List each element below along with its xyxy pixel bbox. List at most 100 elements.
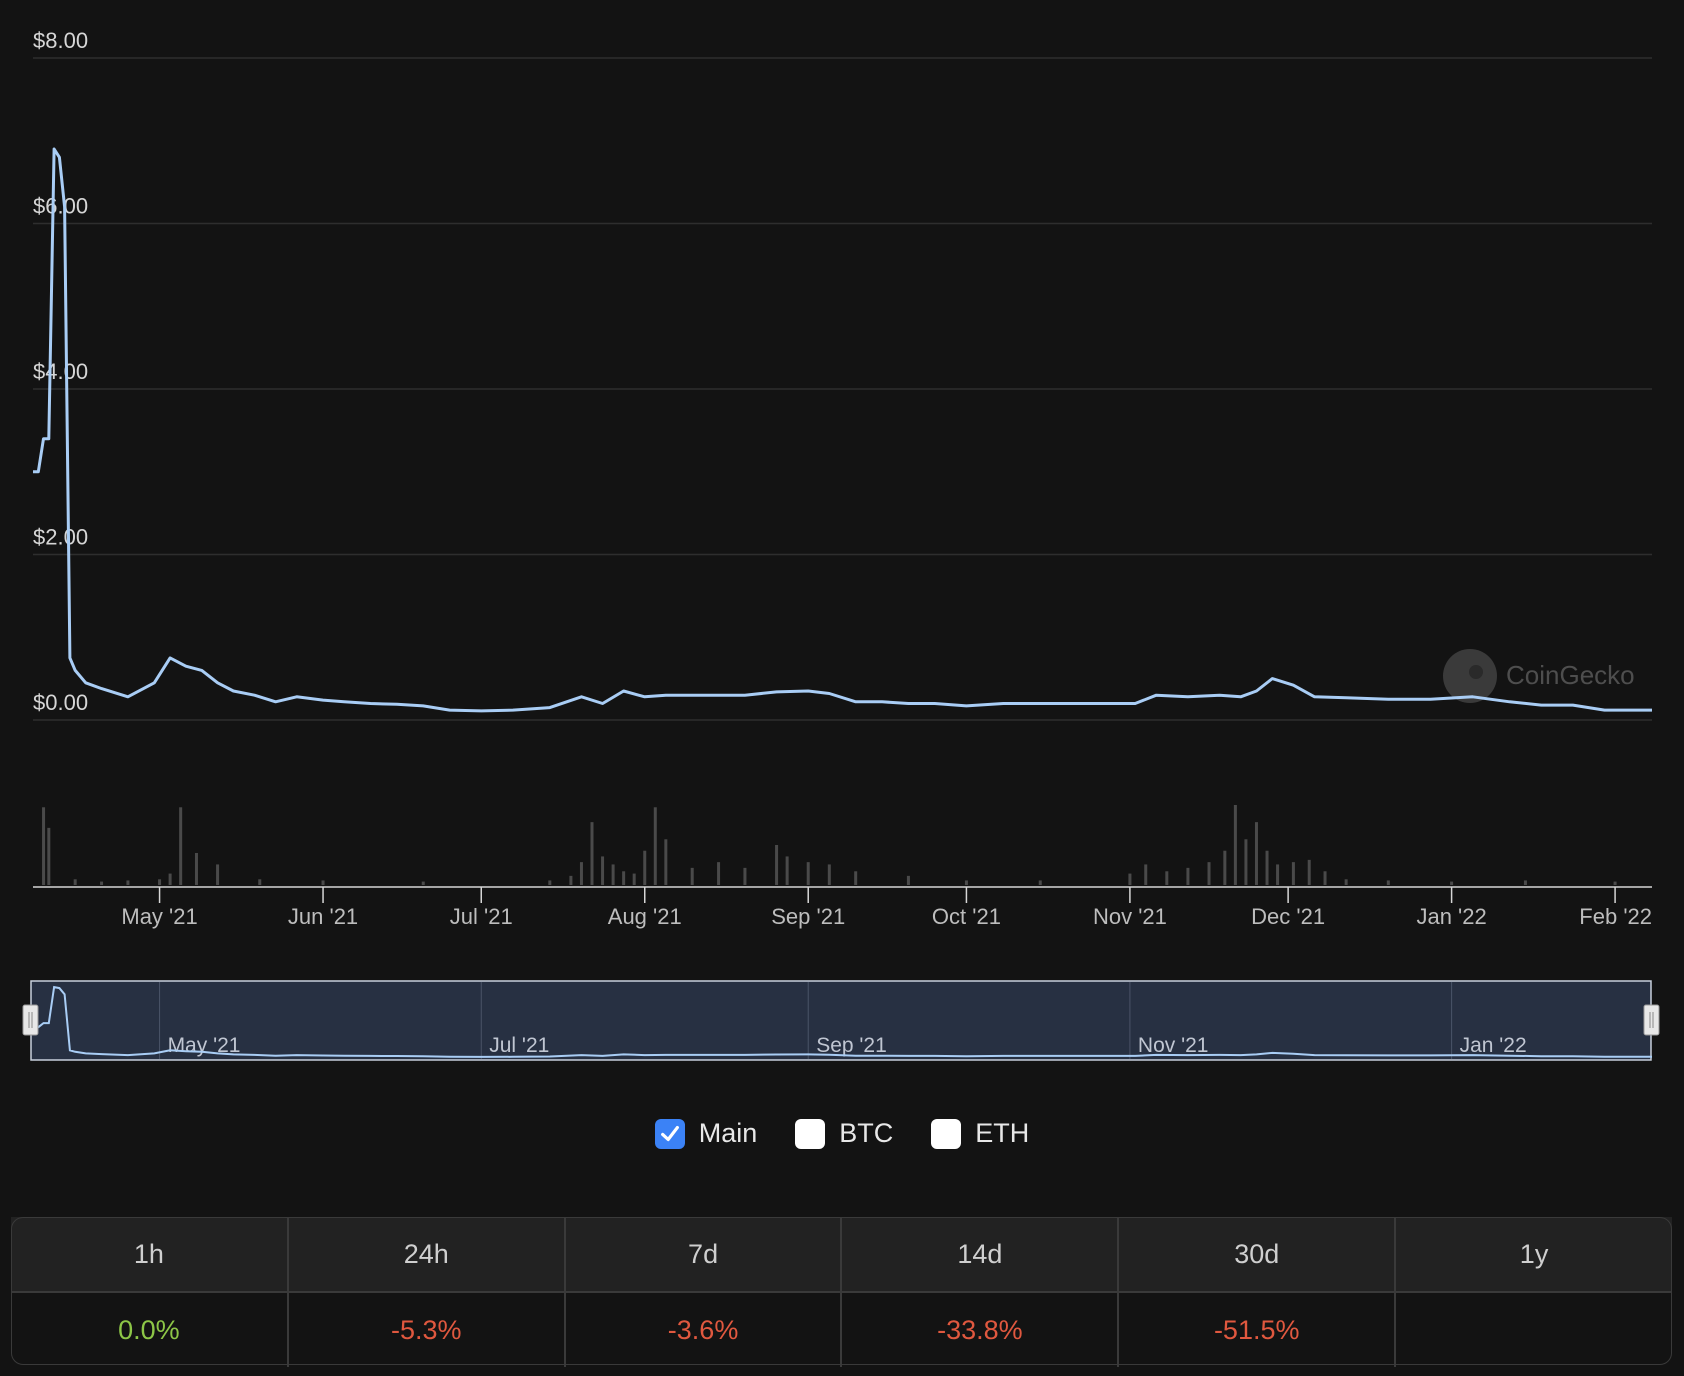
- btc-checkbox[interactable]: [795, 1118, 826, 1149]
- price-change-value-row: 0.0% -5.3% -3.6% -33.8% -51.5%: [10, 1291, 1673, 1368]
- x-tick-label: Sep '21: [771, 904, 845, 929]
- volume-bar: [1613, 881, 1617, 885]
- price-series-line: [33, 147, 1652, 713]
- volume-bar: [158, 879, 162, 885]
- change-14d: -33.8%: [840, 1291, 1120, 1368]
- volume-bar: [1291, 862, 1295, 885]
- change-7d: -3.6%: [563, 1291, 843, 1368]
- volume-bar: [1186, 867, 1190, 885]
- x-tick-label: Nov '21: [1093, 904, 1167, 929]
- volume-bar: [321, 880, 325, 885]
- header-30d: 30d: [1117, 1216, 1397, 1293]
- volume-bar: [717, 862, 721, 885]
- volume-bar: [548, 880, 552, 885]
- volume-bar: [179, 807, 183, 885]
- volume-bar: [643, 850, 647, 885]
- volume-bar: [664, 839, 668, 885]
- x-tick-label: Dec '21: [1251, 904, 1325, 929]
- change-24h: -5.3%: [286, 1291, 566, 1368]
- volume-bar: [1223, 850, 1227, 885]
- legend-item-btc[interactable]: BTC: [795, 1118, 893, 1149]
- volume-bar: [258, 879, 262, 885]
- main-checkbox[interactable]: [654, 1118, 685, 1149]
- change-1y: [1394, 1291, 1673, 1368]
- volume-bar: [632, 873, 636, 885]
- volume-bar: [1323, 871, 1327, 885]
- header-24h: 24h: [286, 1216, 566, 1293]
- volume-bar: [47, 827, 51, 885]
- change-30d: -51.5%: [1117, 1291, 1397, 1368]
- legend-item-main[interactable]: Main: [654, 1118, 758, 1149]
- y-tick-label: $0.00: [33, 690, 88, 715]
- legend-item-eth[interactable]: ETH: [931, 1118, 1029, 1149]
- volume-bar: [569, 875, 573, 885]
- volume-bar: [1386, 880, 1390, 885]
- volume-bar: [743, 867, 747, 885]
- volume-bar: [216, 864, 220, 885]
- volume-bar: [1038, 880, 1042, 885]
- volume-bar: [42, 807, 46, 885]
- navigator-tick-label: Jul '21: [489, 1034, 549, 1057]
- volume-bar: [1344, 879, 1348, 885]
- price-change-table: 1h 24h 7d 14d 30d 1y 0.0% -5.3% -3.6% -3…: [10, 1216, 1673, 1368]
- navigator-handle-left[interactable]: [22, 1004, 39, 1036]
- volume-bar: [1244, 839, 1248, 885]
- price-change-header-row: 1h 24h 7d 14d 30d 1y: [10, 1216, 1673, 1293]
- volume-bar: [1207, 862, 1211, 885]
- legend-label-eth: ETH: [975, 1118, 1030, 1148]
- volume-bar: [1254, 822, 1258, 885]
- volume-bars: [42, 805, 1617, 885]
- legend-label-main: Main: [698, 1118, 758, 1148]
- navigator-tick-label: Nov '21: [1138, 1034, 1209, 1057]
- volume-bar: [1165, 871, 1169, 885]
- change-1h: 0.0%: [10, 1291, 289, 1368]
- x-tick-label: Oct '21: [932, 904, 1001, 929]
- volume-bar: [73, 879, 77, 885]
- volume-bar: [622, 871, 626, 885]
- checkmark-icon: [660, 1125, 679, 1141]
- watermark: CoinGecko: [1506, 660, 1635, 690]
- y-tick-label: $8.00: [33, 28, 88, 53]
- volume-bar: [827, 864, 831, 885]
- y-tick-label: $4.00: [33, 359, 88, 384]
- volume-bar: [653, 807, 657, 885]
- volume-bar: [421, 881, 425, 885]
- navigator-tick-label: Sep '21: [816, 1034, 887, 1057]
- volume-bar: [1233, 805, 1237, 885]
- x-tick-label: Aug '21: [608, 904, 682, 929]
- gridlines: [33, 57, 1652, 721]
- volume-bar: [964, 880, 968, 885]
- x-tick-label: May '21: [121, 904, 197, 929]
- header-1y: 1y: [1394, 1216, 1673, 1293]
- y-tick-label: $2.00: [33, 525, 88, 550]
- x-axis-ticks: May '21 Jun '21 Jul '21 Aug '21 Sep '21 Oct '…: [121, 887, 1652, 929]
- y-axis-ticks: $0.00 $2.00 $4.00 $6.00 $8.00: [33, 28, 88, 715]
- header-1h: 1h: [10, 1216, 289, 1293]
- header-7d: 7d: [563, 1216, 843, 1293]
- volume-bar: [854, 871, 858, 885]
- legend-label-btc: BTC: [839, 1118, 894, 1148]
- price-chart: $0.00 $2.00 $4.00 $6.00 $8.00 CoinGecko May …: [22, 28, 1660, 1061]
- volume-bar: [690, 867, 694, 885]
- volume-bar: [126, 880, 130, 885]
- volume-bar: [775, 845, 779, 885]
- series-legend: Main BTC ETH: [0, 1118, 1684, 1149]
- navigator-handle-right[interactable]: [1643, 1004, 1660, 1036]
- volume-bar: [579, 862, 583, 885]
- navigator-tick-label: Jan '22: [1460, 1034, 1527, 1057]
- eth-checkbox[interactable]: [931, 1118, 962, 1149]
- volume-bar: [1144, 864, 1148, 885]
- volume-bar: [1450, 881, 1454, 885]
- x-tick-label: Jan '22: [1416, 904, 1486, 929]
- range-navigator[interactable]: May '21 Jul '21 Sep '21 Nov '21 Jan '22: [22, 980, 1660, 1061]
- volume-bar: [785, 856, 789, 885]
- coingecko-logo-eye: [1469, 665, 1483, 679]
- volume-bar: [601, 856, 605, 885]
- volume-bar: [168, 873, 172, 885]
- price-line: [33, 147, 1652, 713]
- volume-bar: [1523, 880, 1527, 885]
- x-tick-label: Jun '21: [288, 904, 358, 929]
- volume-bar: [1128, 873, 1132, 885]
- y-tick-label: $6.00: [33, 194, 88, 219]
- volume-bar: [194, 853, 198, 885]
